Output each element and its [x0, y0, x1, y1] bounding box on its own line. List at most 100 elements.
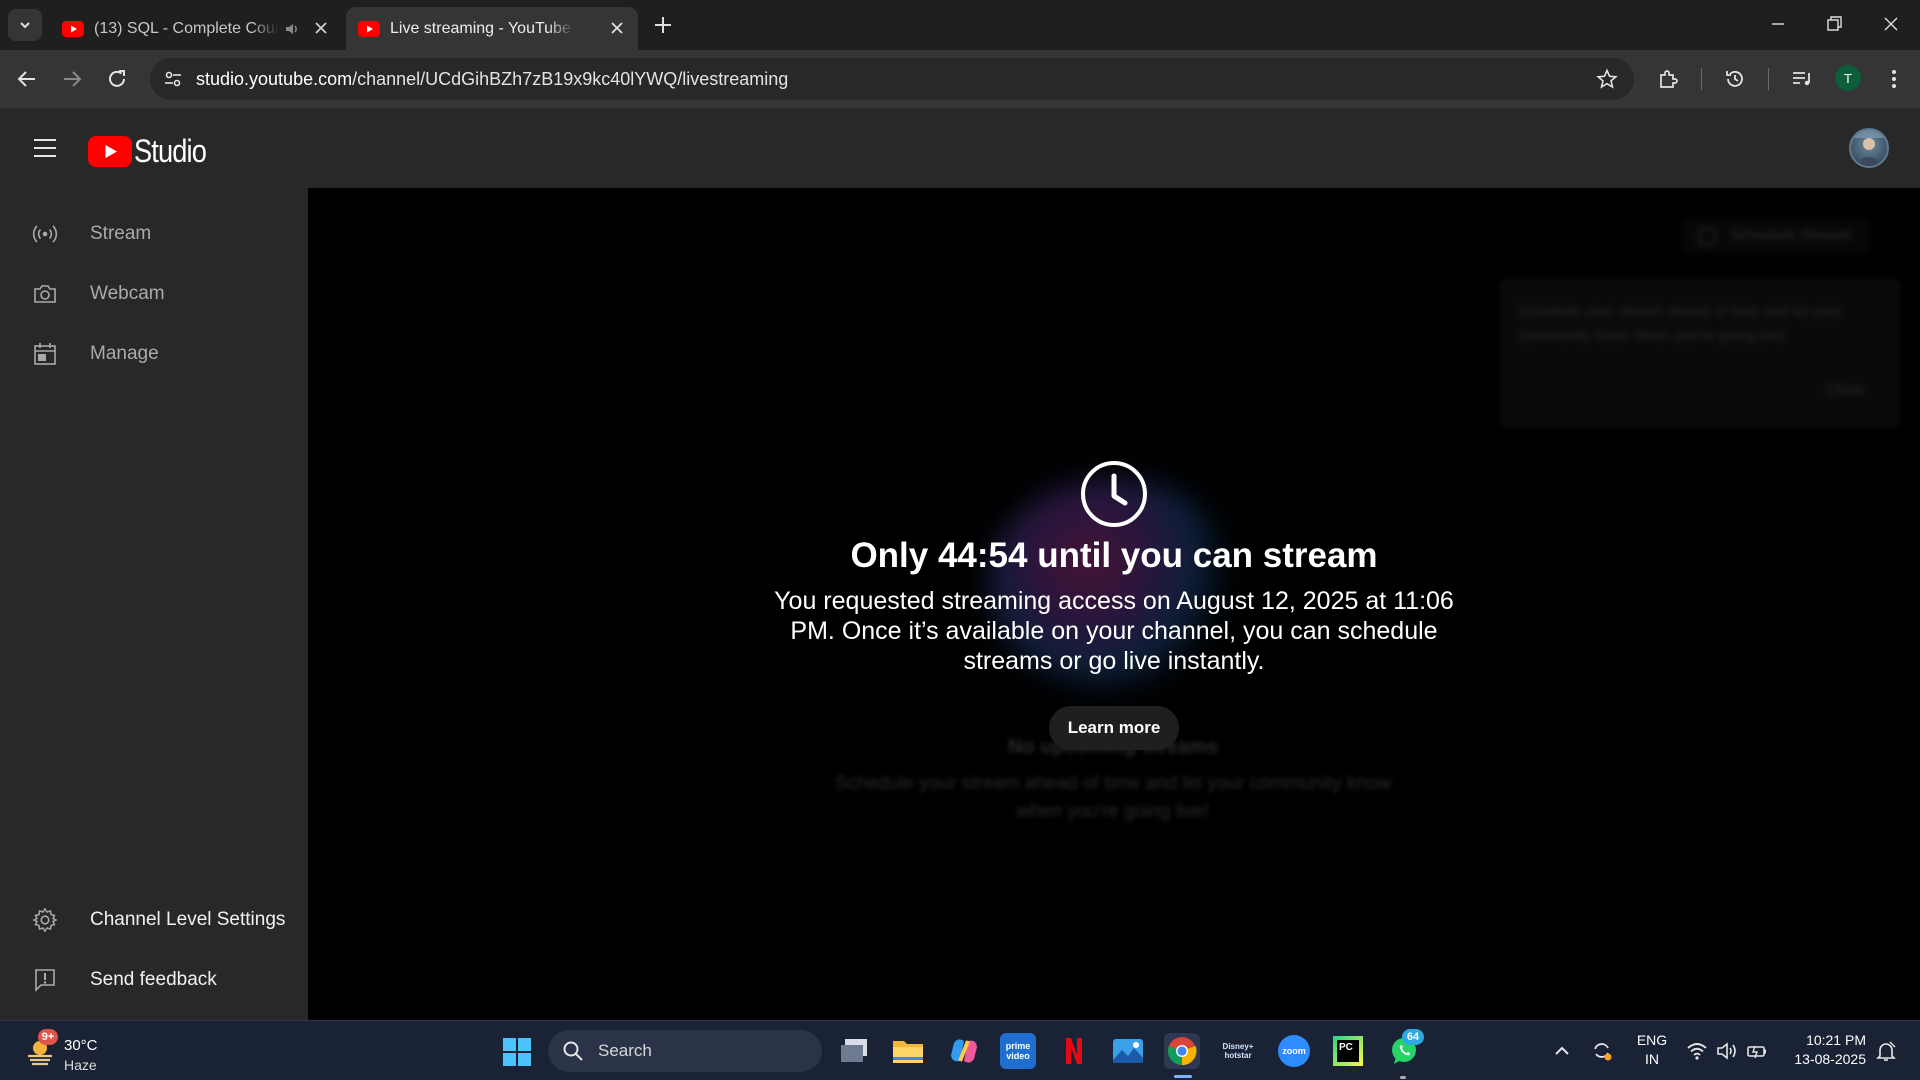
close-tab-icon[interactable]	[608, 19, 626, 37]
media-control-icon[interactable]	[1790, 67, 1814, 91]
input-language[interactable]: ENG IN	[1634, 1031, 1670, 1069]
search-placeholder: Search	[598, 1041, 652, 1060]
youtube-favicon-icon	[62, 20, 84, 37]
tab-search-button[interactable]	[8, 9, 42, 41]
gear-icon	[32, 907, 58, 933]
weather-widget[interactable]: 9+ 30°C Haze	[20, 1029, 110, 1073]
weather-temp: 30°C	[64, 1037, 98, 1054]
clock-date: 13-08-2025	[1794, 1051, 1866, 1067]
weather-condition: Haze	[64, 1057, 97, 1073]
main-content: Schedule Stream Schedule your stream ahe…	[308, 188, 1920, 1020]
windows-taskbar: 9+ 30°C Haze Search prime video Disney+ …	[0, 1020, 1920, 1080]
search-icon	[563, 1041, 583, 1061]
sidebar-item-stream[interactable]: Stream	[0, 204, 308, 264]
schedule-tooltip-popup: Schedule your stream ahead of time and l…	[1500, 278, 1900, 428]
empty-state-text: Schedule your stream ahead of time and l…	[834, 773, 1392, 822]
site-info-icon[interactable]	[162, 68, 184, 90]
close-window-icon[interactable]	[1881, 14, 1901, 34]
browser-profile-avatar[interactable]: T	[1835, 65, 1861, 91]
wifi-icon[interactable]	[1686, 1040, 1708, 1062]
whatsapp-badge: 64	[1402, 1029, 1424, 1045]
countdown-headline: Only 44:54 until you can stream	[850, 536, 1378, 575]
pycharm-app[interactable]: PC	[1330, 1033, 1366, 1069]
volume-icon[interactable]	[1716, 1040, 1738, 1062]
sidebar-item-channel-settings[interactable]: Channel Level Settings	[0, 890, 308, 950]
calendar-icon	[1698, 228, 1716, 245]
new-tab-icon[interactable]	[652, 14, 674, 36]
notification-bell-icon[interactable]	[1875, 1040, 1897, 1062]
sidebar-item-send-feedback[interactable]: Send feedback	[0, 950, 308, 1010]
sidebar-item-label: Stream	[90, 223, 152, 244]
avatar-image	[1851, 130, 1887, 166]
logo-text: Studio	[134, 133, 207, 169]
pycharm-icon: PC	[1333, 1036, 1363, 1066]
menu-icon[interactable]	[32, 136, 58, 160]
sidebar: Stream Webcam Manage Channel Level Setti…	[0, 188, 308, 1020]
feedback-icon	[35, 969, 55, 992]
extensions-icon[interactable]	[1656, 67, 1680, 91]
zoom-icon: zoom	[1278, 1035, 1310, 1067]
windows-start-icon[interactable]	[502, 1037, 532, 1067]
sidebar-item-label: Manage	[90, 343, 159, 364]
sidebar-item-label: Webcam	[90, 283, 165, 304]
learn-more-button[interactable]: Learn more	[1049, 706, 1179, 750]
toolbar-divider	[1701, 68, 1702, 90]
netflix-icon	[1066, 1038, 1082, 1064]
tab-title: Live streaming - YouTube Studio	[390, 19, 575, 37]
sidebar-item-webcam[interactable]: Webcam	[0, 264, 308, 324]
restore-icon[interactable]	[1824, 14, 1844, 34]
file-explorer-app[interactable]	[890, 1033, 926, 1069]
toolbar-divider	[1768, 68, 1769, 90]
browser-tab-live-streaming[interactable]: Live streaming - YouTube Studio	[346, 7, 638, 50]
streaming-access-description: You requested streaming access on August…	[774, 587, 1454, 675]
sidebar-item-manage[interactable]: Manage	[0, 324, 308, 384]
url-text: studio.youtube.com/channel/UCdGihBZh7zB1…	[196, 69, 789, 89]
tab-title: (13) SQL - Complete Course	[94, 19, 279, 37]
task-view-icon	[841, 1039, 867, 1062]
forward-arrow-icon[interactable]	[60, 67, 84, 91]
weather-badge: 9+	[38, 1029, 58, 1045]
browser-tab-strip: (13) SQL - Complete Course Live streamin…	[0, 0, 1920, 50]
browser-tab-sql[interactable]: (13) SQL - Complete Course	[50, 7, 342, 50]
live-stream-icon	[32, 225, 58, 243]
active-app-indicator	[1174, 1075, 1192, 1078]
task-view-app[interactable]	[836, 1033, 872, 1069]
back-arrow-icon[interactable]	[15, 67, 39, 91]
photos-app[interactable]	[1110, 1033, 1146, 1069]
battery-icon[interactable]	[1746, 1040, 1768, 1062]
youtube-logo-icon	[88, 136, 132, 167]
system-clock[interactable]: 10:21 PM 13-08-2025	[1780, 1031, 1866, 1069]
studio-logo[interactable]: Studio	[88, 133, 219, 170]
address-bar[interactable]: studio.youtube.com/channel/UCdGihBZh7zB1…	[150, 58, 1634, 100]
history-icon[interactable]	[1723, 67, 1747, 91]
prime-video-label: prime video	[1005, 1041, 1031, 1061]
studio-header: Studio	[0, 108, 1920, 188]
chevron-up-icon[interactable]	[1551, 1040, 1573, 1062]
zoom-app[interactable]: zoom	[1276, 1033, 1312, 1069]
prime-video-app[interactable]: prime video	[1000, 1033, 1036, 1069]
folder-icon	[893, 1041, 923, 1063]
sidebar-item-label: Channel Level Settings	[90, 909, 286, 930]
copilot-icon	[951, 1039, 977, 1063]
audio-icon[interactable]	[284, 21, 300, 37]
minimize-icon[interactable]	[1768, 14, 1788, 34]
clock-time: 10:21 PM	[1806, 1032, 1866, 1048]
browser-toolbar: studio.youtube.com/channel/UCdGihBZh7zB1…	[0, 50, 1920, 108]
netflix-app[interactable]	[1056, 1033, 1092, 1069]
schedule-stream-button: Schedule Stream	[1683, 218, 1871, 254]
disney-hotstar-app[interactable]: Disney+ hotstar	[1220, 1033, 1256, 1069]
account-avatar[interactable]	[1849, 128, 1889, 168]
running-app-indicator	[1400, 1076, 1406, 1079]
copilot-app[interactable]	[946, 1033, 982, 1069]
more-vert-icon[interactable]	[1882, 67, 1906, 91]
clock-icon	[1081, 461, 1147, 527]
taskbar-search[interactable]: Search	[548, 1030, 822, 1072]
photos-icon	[1113, 1039, 1143, 1063]
hotstar-label: Disney+ hotstar	[1222, 1042, 1254, 1060]
camera-icon	[34, 285, 56, 303]
reload-icon[interactable]	[105, 67, 129, 91]
bookmark-star-icon[interactable]	[1596, 68, 1618, 90]
chrome-app[interactable]	[1164, 1033, 1200, 1069]
close-tab-icon[interactable]	[312, 19, 330, 37]
sync-icon[interactable]	[1591, 1040, 1613, 1062]
